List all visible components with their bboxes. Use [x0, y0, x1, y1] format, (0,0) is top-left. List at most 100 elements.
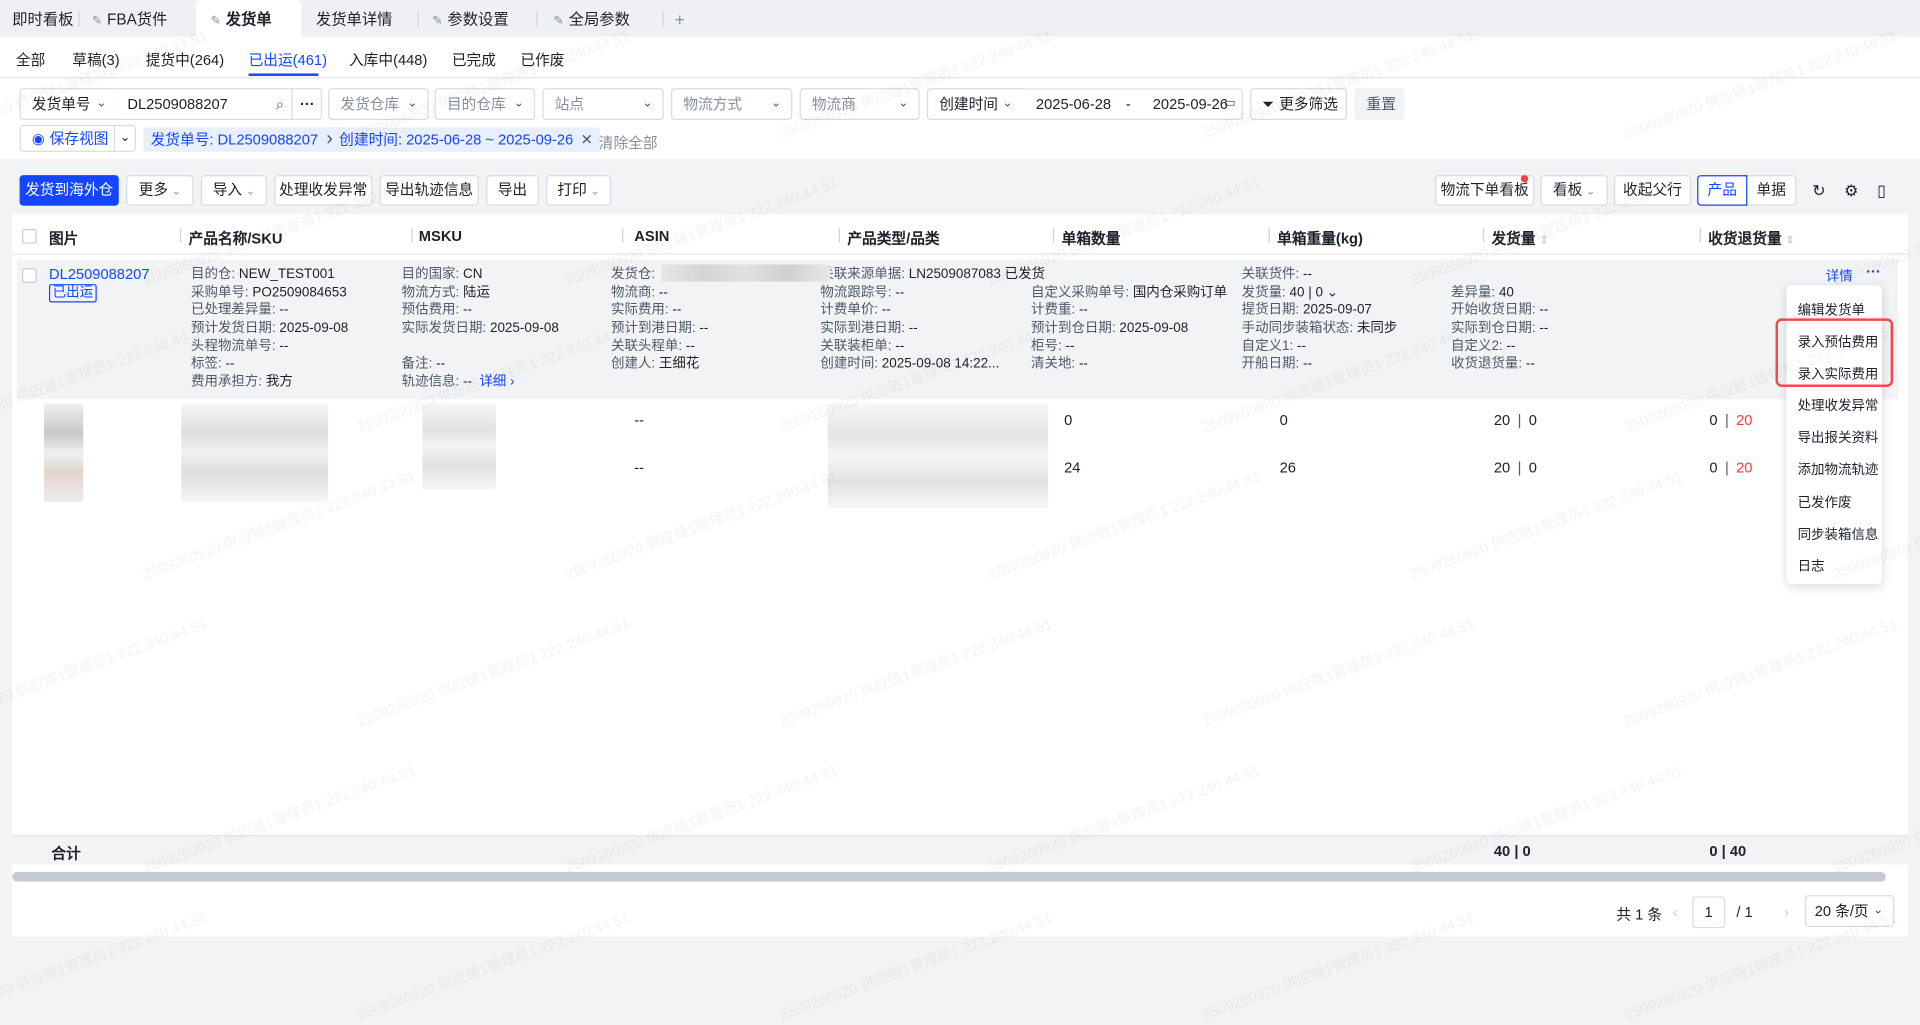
field-value: 2025-09-08	[1119, 320, 1189, 336]
field-value[interactable]: 40 | 0 ⌄	[1290, 285, 1339, 300]
tab-divider	[662, 11, 664, 27]
tab-fba-shipment[interactable]: ✎ FBA货件	[92, 0, 168, 37]
date-start: 2025-06-28	[1035, 95, 1112, 113]
clear-all-link[interactable]: 清除全部	[599, 132, 658, 153]
horizontal-scrollbar[interactable]	[12, 871, 1886, 882]
field-value: --	[1506, 338, 1516, 354]
eye-icon: ◉	[31, 129, 45, 147]
tab-shipment-order[interactable]: ✎ 发货单	[195, 0, 302, 37]
menu-item[interactable]: 编辑发货单	[1798, 300, 1865, 320]
save-view-dropdown[interactable]: ⌄	[113, 124, 136, 152]
prev-page-button[interactable]: ‹	[1673, 904, 1678, 921]
tab-realtime-board[interactable]: 即时看板	[12, 0, 73, 37]
status-tab-draft[interactable]: 草稿(3)	[72, 49, 119, 70]
sort-icon[interactable]: ⇕	[1539, 234, 1548, 246]
menu-item[interactable]: 导出报关资料	[1798, 427, 1879, 447]
msku-redacted	[422, 404, 496, 490]
add-tab-button[interactable]: +	[675, 0, 685, 37]
logistics-method-select[interactable]: 物流方式 ⌄	[671, 88, 793, 121]
sort-icon[interactable]: ⇕	[1785, 234, 1794, 246]
status-tab-voided[interactable]: 已作废	[520, 49, 564, 70]
page-size-select[interactable]: 20 条/页 ⌄	[1804, 895, 1895, 927]
logistics-board-button[interactable]: 物流下单看板	[1435, 175, 1535, 206]
handle-exception-button[interactable]: 处理收发异常	[274, 175, 373, 206]
asin-cell: --	[634, 411, 645, 429]
menu-item[interactable]: 同步装箱信息	[1798, 524, 1879, 544]
chevron-down-icon: ⌄	[1873, 903, 1884, 918]
detail-field: 预估费用: --	[402, 302, 559, 320]
detail-field: 手动同步装箱状态: 未同步	[1242, 320, 1398, 338]
carrier-select[interactable]: 物流商 ⌄	[799, 88, 920, 121]
column-header-recv-return-qty[interactable]: 收货退货量 ⇕	[1708, 228, 1794, 249]
more-button[interactable]: 更多 ⌄	[126, 175, 194, 206]
detail-field: 关联装柜单: --	[820, 338, 1045, 356]
status-tab-completed[interactable]: 已完成	[452, 49, 496, 70]
track-detail-link[interactable]: 详细 ›	[479, 375, 514, 390]
menu-item[interactable]: 已发作废	[1798, 492, 1852, 512]
tab-divider	[417, 11, 419, 27]
status-tab-shipped[interactable]: 已出运(461)	[249, 49, 327, 70]
tab-label: 发货单详情	[315, 11, 393, 29]
page-input[interactable]: 1	[1692, 896, 1726, 929]
refresh-icon[interactable]: ↻	[1812, 181, 1825, 201]
detail-field: 计费重: --	[1031, 302, 1227, 320]
field-label: 已处理差异量:	[191, 302, 280, 318]
menu-item[interactable]: 处理收发异常	[1798, 396, 1879, 416]
date-field-select[interactable]: 创建时间 ⌄	[926, 88, 1024, 121]
tab-shipment-detail[interactable]: 发货单详情	[316, 0, 393, 37]
status-tab-picking[interactable]: 提货中(264)	[146, 49, 224, 70]
status-tab-receiving[interactable]: 入库中(448)	[349, 49, 427, 70]
column-divider	[1482, 227, 1485, 243]
reset-button[interactable]: 重置	[1354, 88, 1405, 121]
column-divider	[411, 227, 413, 243]
export-button[interactable]: 导出	[486, 175, 539, 206]
collapse-parent-button[interactable]: 收起父行	[1613, 175, 1692, 206]
select-all-checkbox[interactable]	[22, 228, 37, 244]
export-track-button[interactable]: 导出轨迹信息	[379, 175, 479, 206]
tab-label: 发货单	[225, 11, 272, 29]
recv-return-cell: 0 | 20	[1709, 459, 1752, 476]
ship-overseas-button[interactable]: 发货到海外仓	[19, 175, 119, 206]
more-filters-button[interactable]: ⏷ 更多筛选	[1250, 88, 1347, 121]
detail-column: 目的仓: NEW_TEST001 采购单号: PO2509084653 已处理差异量…	[191, 266, 348, 392]
field-value: --	[699, 320, 709, 336]
detail-field: 目的国家: CN	[402, 266, 559, 284]
more-actions-button[interactable]: ···	[1866, 263, 1881, 280]
batch-search-button[interactable]: ···	[291, 88, 323, 121]
search-field-select[interactable]: 发货单号 ⌄	[19, 88, 118, 121]
status-tab-all[interactable]: 全部	[16, 49, 45, 70]
date-range-picker[interactable]: 2025-06-28- 2025-09-26 ▭	[1022, 88, 1243, 121]
column-header-ship-qty[interactable]: 发货量 ⇕	[1491, 228, 1548, 249]
book-icon[interactable]: ▯	[1877, 181, 1886, 201]
ship-warehouse-select[interactable]: 发货仓库 ⌄	[328, 88, 429, 121]
placeholder: 发货仓库	[340, 95, 400, 113]
field-value: --	[1078, 356, 1088, 372]
print-button[interactable]: 打印 ⌄	[546, 175, 612, 206]
next-page-button[interactable]: ›	[1784, 904, 1789, 921]
box-weight-cell: 26	[1279, 459, 1296, 477]
row-checkbox[interactable]	[22, 268, 37, 283]
import-button[interactable]: 导入 ⌄	[200, 175, 267, 206]
ship-qty: 20	[1493, 459, 1511, 477]
app-root: 即时看板 ✎ FBA货件 ✎ 发货单 发货单详情 ✎ 参数设置 ✎ 全局参数 + 全部 …	[0, 0, 1920, 1023]
status-badge: 已出运	[48, 284, 97, 303]
detail-link[interactable]: 详情	[1826, 266, 1853, 286]
tab-param-settings[interactable]: ✎ 参数设置	[432, 0, 508, 37]
search-icon[interactable]: ⌕	[276, 89, 284, 118]
detail-field: 实际发货日期: 2025-09-08	[402, 320, 559, 338]
view-document-toggle[interactable]: 单据	[1746, 175, 1797, 206]
field-label: 提货日期:	[1241, 302, 1304, 318]
order-number-link[interactable]: DL2509088207	[49, 266, 150, 283]
field-value: --	[1078, 302, 1088, 318]
close-icon[interactable]: ✕	[581, 131, 593, 148]
site-select[interactable]: 站点 ⌄	[542, 88, 664, 121]
view-product-toggle[interactable]: 产品	[1697, 175, 1748, 206]
board-button[interactable]: 看板 ⌄	[1540, 175, 1608, 206]
search-input[interactable]: DL2509088207 ⌕	[116, 88, 293, 121]
save-view-button[interactable]: ◉ 保存视图	[19, 124, 116, 152]
menu-item[interactable]: 添加物流轨迹	[1798, 459, 1879, 479]
dest-warehouse-select[interactable]: 目的仓库 ⌄	[434, 88, 536, 121]
menu-item[interactable]: 日志	[1798, 556, 1825, 576]
tab-global-params[interactable]: ✎ 全局参数	[553, 0, 629, 37]
gear-icon[interactable]: ⚙	[1844, 181, 1858, 201]
